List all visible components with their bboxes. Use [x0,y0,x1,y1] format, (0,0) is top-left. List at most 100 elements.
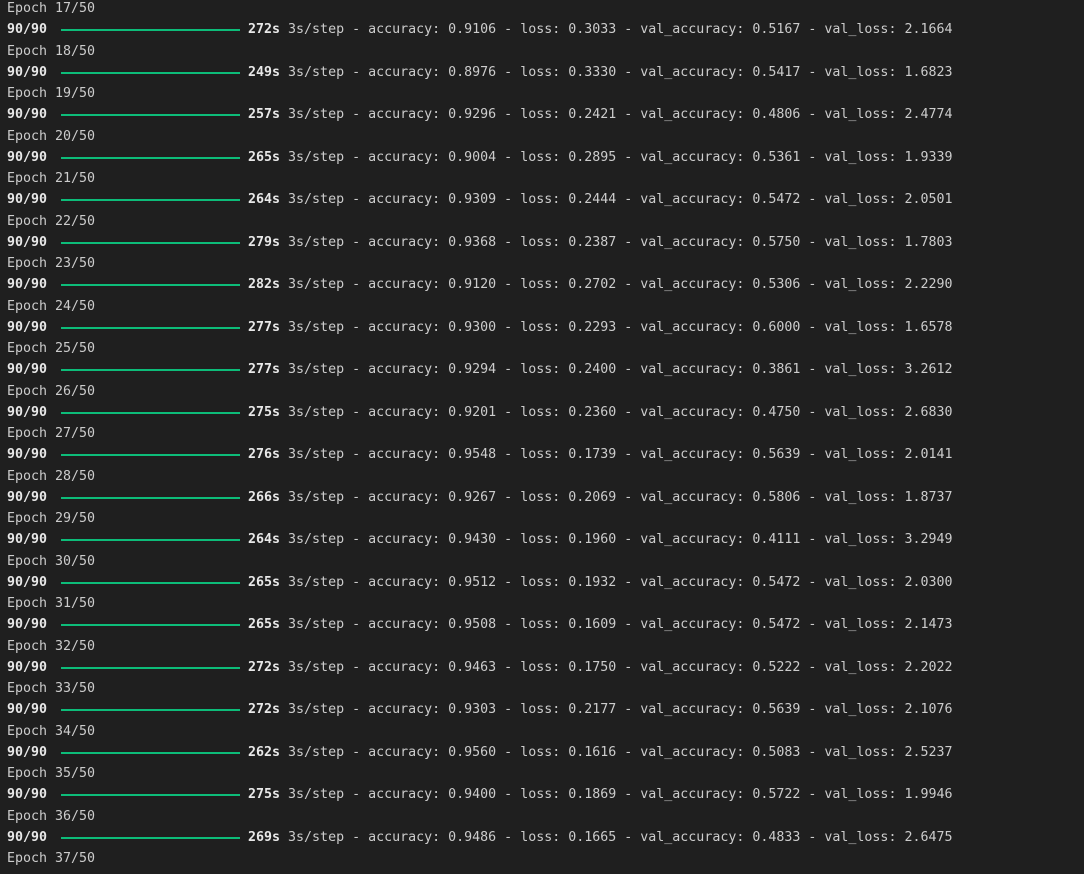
progress-bar [61,794,240,796]
log-line: Epoch 19/50 90/90 257s 3s/step - accuracy:… [7,84,1084,127]
epoch-label: Epoch 36/50 [7,808,96,824]
progress-line: 90/90 264s 3s/step - accuracy: 0.9430 - l… [7,530,953,550]
progress-bar [61,156,240,159]
progress-line: 90/90 262s 3s/step - accuracy: 0.9560 - l… [7,743,953,763]
epoch-label: Epoch 19/50 [7,86,96,101]
step-count: 90/90 [7,234,48,250]
epoch-duration: 282s [248,277,281,292]
progress-bar [61,581,240,584]
epoch-duration: 265s [248,149,281,165]
log-line: Epoch 29/50 90/90 264s 3s/step - accuracy:… [7,509,1084,552]
metrics-text: 3s/step - accuracy: 0.9548 - loss: 0.173… [280,447,953,462]
progress-line: 90/90 272s 3s/step - accuracy: 0.9463 - l… [7,658,953,678]
metrics-text: 3s/step - accuracy: 0.9300 - loss: 0.229… [280,319,953,335]
progress-bar [61,114,240,116]
log-line-trailing: Epoch 37/50 [7,849,1084,869]
progress-line: 90/90 277s 3s/step - accuracy: 0.9300 - l… [7,318,953,338]
log-line: Epoch 17/50 90/90 272s 3s/step - accuracy:… [7,0,1084,42]
epoch-label: Epoch 24/50 [7,298,96,314]
step-count: 90/90 [7,362,48,377]
step-count: 90/90 [7,64,48,80]
step-count: 90/90 [7,744,48,760]
log-line: Epoch 21/50 90/90 264s 3s/step - accuracy:… [7,169,1084,212]
metrics-text: 3s/step - accuracy: 0.9400 - loss: 0.186… [280,787,953,802]
metrics-text: 3s/step - accuracy: 0.9512 - loss: 0.193… [280,574,953,590]
epoch-label: Epoch 31/50 [7,596,96,611]
log-line: Epoch 27/50 90/90 276s 3s/step - accuracy:… [7,424,1084,467]
epoch-duration: 266s [248,489,281,505]
step-count: 90/90 [7,447,48,462]
progress-bar [61,71,240,74]
progress-line: 90/90 269s 3s/step - accuracy: 0.9486 - l… [7,828,953,848]
epoch-duration: 262s [248,744,281,760]
epoch-duration: 279s [248,234,281,250]
log-line: Epoch 26/50 90/90 275s 3s/step - accuracy:… [7,382,1084,425]
log-line: Epoch 32/50 90/90 272s 3s/step - accuracy:… [7,637,1084,680]
epoch-label: Epoch 27/50 [7,426,96,441]
metrics-text: 3s/step - accuracy: 0.9560 - loss: 0.161… [280,744,953,760]
step-count: 90/90 [7,659,48,675]
epoch-label: Epoch 23/50 [7,256,96,271]
metrics-text: 3s/step - accuracy: 0.9303 - loss: 0.217… [280,702,953,717]
metrics-text: 3s/step - accuracy: 0.9120 - loss: 0.270… [280,277,953,292]
epoch-label: Epoch 29/50 [7,511,96,526]
epoch-duration: 277s [248,319,281,335]
epoch-duration: 249s [248,64,281,80]
progress-bar [61,624,240,626]
step-count: 90/90 [7,574,48,590]
log-line: Epoch 18/50 90/90 249s 3s/step - accuracy:… [7,42,1084,85]
step-count: 90/90 [7,319,48,335]
terminal-output: Epoch 17/50 90/90 272s 3s/step - accuracy:… [0,0,1084,873]
progress-bar [61,199,240,201]
log-line: Epoch 33/50 90/90 272s 3s/step - accuracy:… [7,679,1084,722]
epoch-duration: 264s [248,192,281,207]
metrics-text: 3s/step - accuracy: 0.9296 - loss: 0.242… [280,107,953,122]
epoch-label: Epoch 25/50 [7,341,96,356]
progress-line: 90/90 275s 3s/step - accuracy: 0.9201 - l… [7,403,953,423]
epoch-label: Epoch 32/50 [7,638,96,654]
metrics-text: 3s/step - accuracy: 0.9508 - loss: 0.160… [280,617,953,632]
progress-line: 90/90 249s 3s/step - accuracy: 0.8976 - l… [7,63,953,83]
step-count: 90/90 [7,787,48,802]
log-line: Epoch 35/50 90/90 275s 3s/step - accuracy:… [7,764,1084,807]
step-count: 90/90 [7,489,48,505]
step-count: 90/90 [7,192,48,207]
progress-bar [61,369,240,371]
epoch-duration: 272s [248,659,281,675]
progress-line: 90/90 264s 3s/step - accuracy: 0.9309 - l… [7,190,953,210]
progress-line: 90/90 282s 3s/step - accuracy: 0.9120 - l… [7,275,953,295]
progress-bar [61,539,240,541]
epoch-duration: 275s [248,787,281,802]
metrics-text: 3s/step - accuracy: 0.8976 - loss: 0.333… [280,64,953,80]
step-count: 90/90 [7,149,48,165]
log-line: Epoch 34/50 90/90 262s 3s/step - accuracy:… [7,722,1084,765]
progress-line: 90/90 265s 3s/step - accuracy: 0.9004 - l… [7,148,953,168]
epoch-duration: 272s [248,22,281,37]
epoch-duration: 269s [248,829,281,845]
step-count: 90/90 [7,22,48,37]
step-count: 90/90 [7,702,48,717]
progress-line: 90/90 276s 3s/step - accuracy: 0.9548 - l… [7,445,953,465]
epoch-duration: 265s [248,617,281,632]
progress-line: 90/90 266s 3s/step - accuracy: 0.9267 - l… [7,488,953,508]
epoch-duration: 276s [248,447,281,462]
epoch-label: Epoch 28/50 [7,468,96,484]
epoch-label: Epoch 20/50 [7,128,96,144]
progress-bar [61,751,240,754]
progress-bar [61,709,240,711]
metrics-text: 3s/step - accuracy: 0.9486 - loss: 0.166… [280,829,953,845]
log-line: Epoch 22/50 90/90 279s 3s/step - accuracy:… [7,212,1084,255]
epoch-label: Epoch 18/50 [7,43,96,59]
step-count: 90/90 [7,532,48,547]
progress-bar [61,836,240,839]
progress-line: 90/90 279s 3s/step - accuracy: 0.9368 - l… [7,233,953,253]
epoch-duration: 257s [248,107,281,122]
progress-line: 90/90 265s 3s/step - accuracy: 0.9512 - l… [7,573,953,593]
log-line: Epoch 30/50 90/90 265s 3s/step - accuracy:… [7,552,1084,595]
log-line: Epoch 20/50 90/90 265s 3s/step - accuracy:… [7,127,1084,170]
progress-line: 90/90 277s 3s/step - accuracy: 0.9294 - l… [7,360,953,380]
metrics-text: 3s/step - accuracy: 0.9294 - loss: 0.240… [280,362,953,377]
progress-bar [61,29,240,31]
epoch-label: Epoch 35/50 [7,766,96,781]
metrics-text: 3s/step - accuracy: 0.9463 - loss: 0.175… [280,659,953,675]
